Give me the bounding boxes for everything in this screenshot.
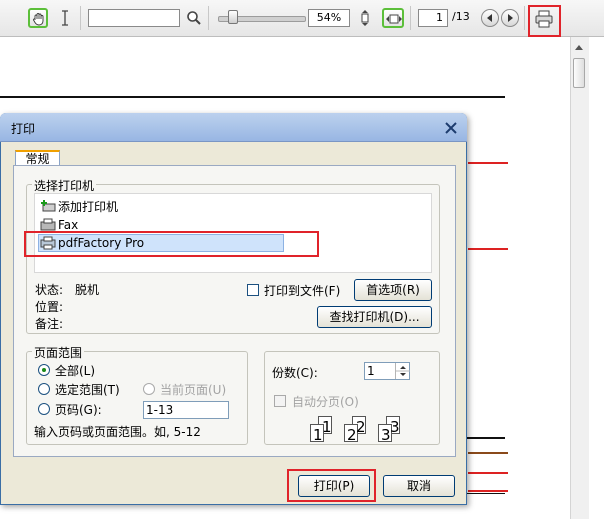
hand-tool-icon: [33, 13, 44, 26]
close-icon: [445, 122, 457, 134]
range-all-label: 全部(L): [55, 364, 96, 378]
prev-page-icon: [487, 14, 492, 22]
status-label: 状态:: [35, 283, 64, 297]
page-total-label: /13: [452, 10, 470, 23]
page-range-hint: 输入页码或页面范围。如, 5-12: [34, 425, 201, 439]
text-select-button[interactable]: [58, 9, 72, 27]
zoom-slider-thumb[interactable]: [228, 10, 238, 24]
spinner-arrows-icon: [396, 366, 410, 376]
chevron-up-icon: [575, 45, 583, 50]
collate-checkbox[interactable]: [274, 395, 286, 407]
status-value: 脱机: [75, 283, 100, 297]
print-button-red-highlight: [287, 469, 376, 502]
next-page-button[interactable]: [501, 9, 519, 27]
range-selection-radio[interactable]: [38, 383, 50, 395]
collate-digit: 2: [356, 418, 366, 436]
collate-label: 自动分页(O): [292, 395, 359, 409]
page-range-input[interactable]: 1-13: [143, 401, 229, 419]
fit-height-icon: [361, 10, 369, 26]
print-button-highlight: [528, 5, 561, 37]
cancel-button[interactable]: 取消: [383, 475, 455, 497]
page-number-field[interactable]: 1: [418, 9, 448, 27]
hand-tool-button[interactable]: [28, 8, 48, 28]
page-range-label: 页面范围: [32, 344, 85, 361]
fit-height-button[interactable]: [356, 9, 374, 27]
location-label: 位置:: [35, 300, 64, 314]
range-current-page-radio[interactable]: [143, 383, 155, 395]
range-all-radio[interactable]: [38, 364, 50, 376]
range-current-page-label: 当前页面(U): [160, 383, 227, 397]
range-pages-label: 页码(G):: [55, 403, 102, 417]
comment-label: 备注:: [35, 317, 64, 331]
vertical-scrollbar[interactable]: [570, 37, 589, 519]
zoom-value-field[interactable]: 54%: [308, 9, 350, 27]
prev-page-button[interactable]: [481, 9, 499, 27]
printer-item-add[interactable]: 添加打印机: [40, 199, 160, 215]
fax-icon: [40, 218, 56, 231]
copies-label: 份数(C):: [272, 366, 318, 380]
range-selection-label: 选定范围(T): [55, 383, 120, 397]
print-to-file-label: 打印到文件(F): [264, 284, 341, 298]
text-select-icon: [62, 10, 68, 26]
copies-spinner[interactable]: [395, 363, 410, 379]
search-button[interactable]: [186, 10, 202, 26]
print-to-file-checkbox[interactable]: [247, 284, 259, 296]
tab-general[interactable]: 常规: [15, 150, 60, 166]
search-input[interactable]: [88, 9, 180, 27]
search-icon: [187, 11, 201, 25]
collate-digit: 1: [322, 418, 332, 436]
fit-width-icon: [386, 14, 402, 24]
select-printer-label: 选择打印机: [32, 177, 97, 194]
range-pages-radio[interactable]: [38, 403, 50, 415]
find-printer-button[interactable]: 查找打印机(D)...: [317, 306, 432, 328]
collate-digit: 3: [390, 418, 400, 436]
dialog-title: 打印: [11, 122, 36, 136]
printer-name: 添加打印机: [58, 200, 119, 214]
fit-width-button[interactable]: [382, 8, 404, 28]
preferences-button[interactable]: 首选项(R): [354, 279, 432, 301]
dialog-title-bar: [0, 113, 467, 142]
selected-printer-red-highlight: [24, 231, 319, 257]
scroll-up-arrow[interactable]: [574, 40, 584, 54]
next-page-icon: [508, 14, 513, 22]
scrollbar-thumb[interactable]: [573, 58, 585, 88]
add-printer-icon: [41, 200, 56, 212]
dialog-close-button[interactable]: [442, 119, 460, 137]
